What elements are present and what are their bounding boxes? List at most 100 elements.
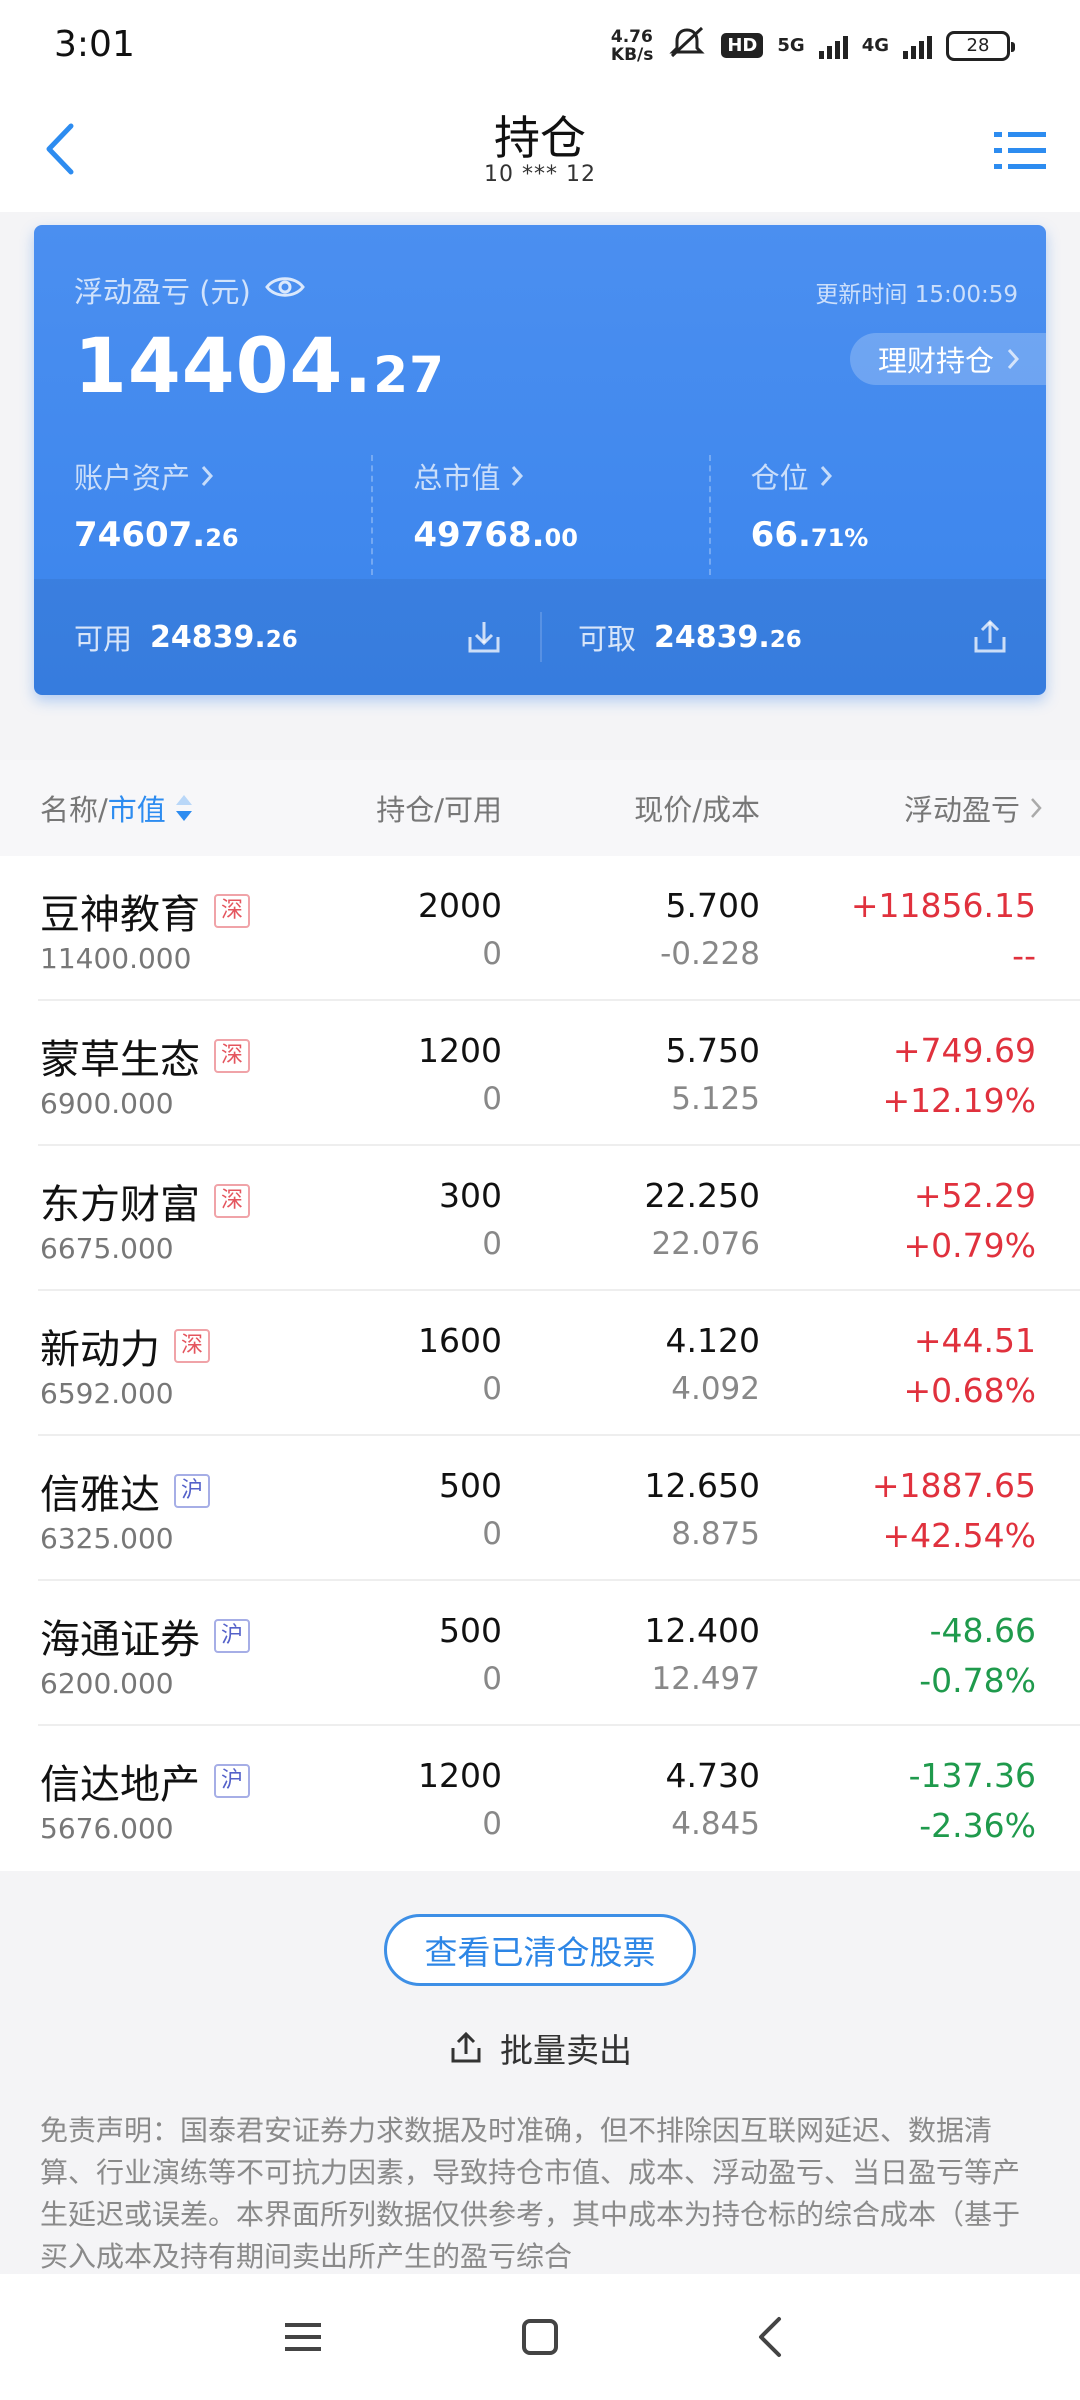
total-market-value-dec: 00 [544, 524, 578, 552]
upload-icon [451, 2031, 481, 2063]
name-column-label: 名称/ [40, 793, 108, 827]
stock-available: 0 [482, 1806, 502, 1842]
market-tag: 深 [214, 1184, 251, 1218]
stock-pl: -48.66 [929, 1611, 1036, 1650]
recent-apps-button[interactable] [278, 2312, 328, 2362]
position-ratio-int: 66. [750, 515, 811, 555]
market-tag: 深 [214, 1039, 251, 1073]
back-arrow-icon [759, 2317, 781, 2357]
wealth-holdings-label: 理财持仓 [877, 344, 994, 378]
stock-name: 新动力 [40, 1327, 160, 1373]
account-assets-dec: 26 [205, 524, 239, 552]
stock-pl: -137.36 [908, 1756, 1036, 1795]
floating-pl-int: 14404. [74, 321, 374, 410]
withdrawable-label: 可取 [578, 622, 637, 656]
stock-cost: 5.125 [671, 1081, 760, 1117]
stock-price: 22.250 [644, 1176, 760, 1215]
holding-row[interactable]: 东方财富深 6675.000 300 0 22.250 22.076 +52.2… [38, 1146, 1080, 1291]
stock-price: 12.650 [644, 1466, 760, 1505]
holding-row[interactable]: 新动力深 6592.000 1600 0 4.120 4.092 +44.51 … [38, 1291, 1080, 1436]
stock-cost: 12.497 [651, 1661, 760, 1697]
sort-icon [174, 793, 194, 823]
total-market-value-label: 总市值 [413, 461, 501, 495]
position-ratio[interactable]: 仓位 66.71% [708, 455, 1046, 575]
stock-hold: 1600 [418, 1321, 502, 1360]
wealth-holdings-button[interactable]: 理财持仓 [849, 333, 1046, 385]
transfer-in-icon[interactable] [464, 617, 504, 657]
eye-icon[interactable] [265, 273, 305, 307]
chevron-right-icon [820, 466, 832, 486]
holding-row[interactable]: 信雅达沪 6325.000 500 0 12.650 8.875 +1887.6… [38, 1436, 1080, 1581]
chevron-right-icon [512, 466, 524, 486]
menu-button[interactable] [988, 118, 1054, 184]
stock-market-value: 6325.000 [40, 1522, 174, 1555]
battery-icon: 28 [946, 30, 1015, 61]
page-title: 持仓 [494, 111, 586, 165]
stock-available: 0 [482, 936, 502, 972]
stock-pl: +749.69 [892, 1031, 1036, 1070]
system-nav-bar [0, 2274, 1080, 2400]
hold-column-label: 持仓/可用 [376, 793, 502, 827]
holding-row[interactable]: 信达地产沪 5676.000 1200 0 4.730 4.845 -137.3… [38, 1726, 1080, 1871]
network-5g-label: 5G [777, 35, 805, 56]
clock: 3:01 [54, 24, 135, 65]
stock-hold: 300 [439, 1176, 502, 1215]
stock-pl: +1887.65 [871, 1466, 1036, 1505]
signal-icon-1 [818, 33, 848, 59]
stock-pl-pct: +0.79% [903, 1226, 1036, 1265]
stock-cost: -0.228 [660, 936, 760, 972]
stock-hold: 500 [439, 1466, 502, 1505]
menu-lines-icon [285, 2323, 321, 2351]
stock-hold: 500 [439, 1611, 502, 1650]
transfer-out-icon[interactable] [970, 617, 1010, 657]
home-button[interactable] [515, 2312, 565, 2362]
holding-row[interactable]: 海通证券沪 6200.000 500 0 12.400 12.497 -48.6… [38, 1581, 1080, 1726]
holding-row[interactable]: 蒙草生态深 6900.000 1200 0 5.750 5.125 +749.6… [38, 1001, 1080, 1146]
network-speed-value: 4.76 [610, 26, 653, 47]
pl-column-header[interactable]: 浮动盈亏 [904, 787, 1042, 829]
view-cleared-stocks-button[interactable]: 查看已清仓股票 [384, 1914, 696, 1986]
stock-price: 12.400 [644, 1611, 760, 1650]
stock-cost: 8.875 [671, 1516, 760, 1552]
stock-hold: 1200 [418, 1031, 502, 1070]
stock-price: 4.120 [665, 1321, 760, 1360]
withdrawable-cash: 可取 24839.26 [540, 612, 1046, 662]
stock-pl-pct: -0.78% [919, 1661, 1036, 1700]
account-assets-label: 账户资产 [74, 461, 191, 495]
market-tag: 沪 [214, 1764, 251, 1798]
stock-market-value: 11400.000 [40, 942, 192, 975]
list-header: 名称/市值 持仓/可用 现价/成本 浮动盈亏 [0, 760, 1080, 856]
sort-by-market-value[interactable]: 名称/市值 [40, 787, 194, 829]
system-back-button[interactable] [745, 2312, 795, 2362]
mute-icon [667, 26, 707, 65]
stock-cost: 22.076 [651, 1226, 760, 1262]
stock-pl: +11856.15 [850, 886, 1036, 925]
stock-name: 信雅达 [40, 1472, 160, 1518]
floating-pl-value: 14404.27 [74, 321, 445, 410]
account-assets[interactable]: 账户资产 74607.26 [34, 455, 371, 575]
available-dec: 26 [265, 626, 298, 653]
stock-pl: +52.29 [913, 1176, 1036, 1215]
stock-pl-pct: +12.19% [882, 1081, 1036, 1120]
total-market-value[interactable]: 总市值 49768.00 [371, 455, 708, 575]
floating-pl-label: 浮动盈亏 (元) [74, 275, 251, 309]
square-icon [522, 2319, 558, 2355]
available-cash: 可用 24839.26 [34, 579, 540, 695]
batch-sell-label: 批量卖出 [500, 2031, 632, 2070]
stock-price: 4.730 [665, 1756, 760, 1795]
holding-row[interactable]: 豆神教育深 11400.000 2000 0 5.700 -0.228 +118… [38, 856, 1080, 1001]
hd-icon: HD [721, 33, 764, 58]
market-tag: 沪 [174, 1474, 211, 1508]
batch-sell-button[interactable]: 批量卖出 [0, 2024, 1080, 2072]
chevron-right-icon [1031, 798, 1042, 818]
stock-market-value: 5676.000 [40, 1812, 174, 1845]
chevron-right-icon [1007, 349, 1020, 369]
pl-column-label: 浮动盈亏 [903, 793, 1020, 827]
stock-market-value: 6675.000 [40, 1232, 174, 1265]
market-tag: 沪 [214, 1619, 251, 1653]
chevron-right-icon [201, 466, 214, 486]
stock-cost: 4.092 [671, 1371, 760, 1407]
account-assets-int: 74607. [74, 515, 206, 555]
network-speed-unit: KB/s [610, 44, 654, 65]
stock-pl-pct: -2.36% [919, 1806, 1036, 1845]
